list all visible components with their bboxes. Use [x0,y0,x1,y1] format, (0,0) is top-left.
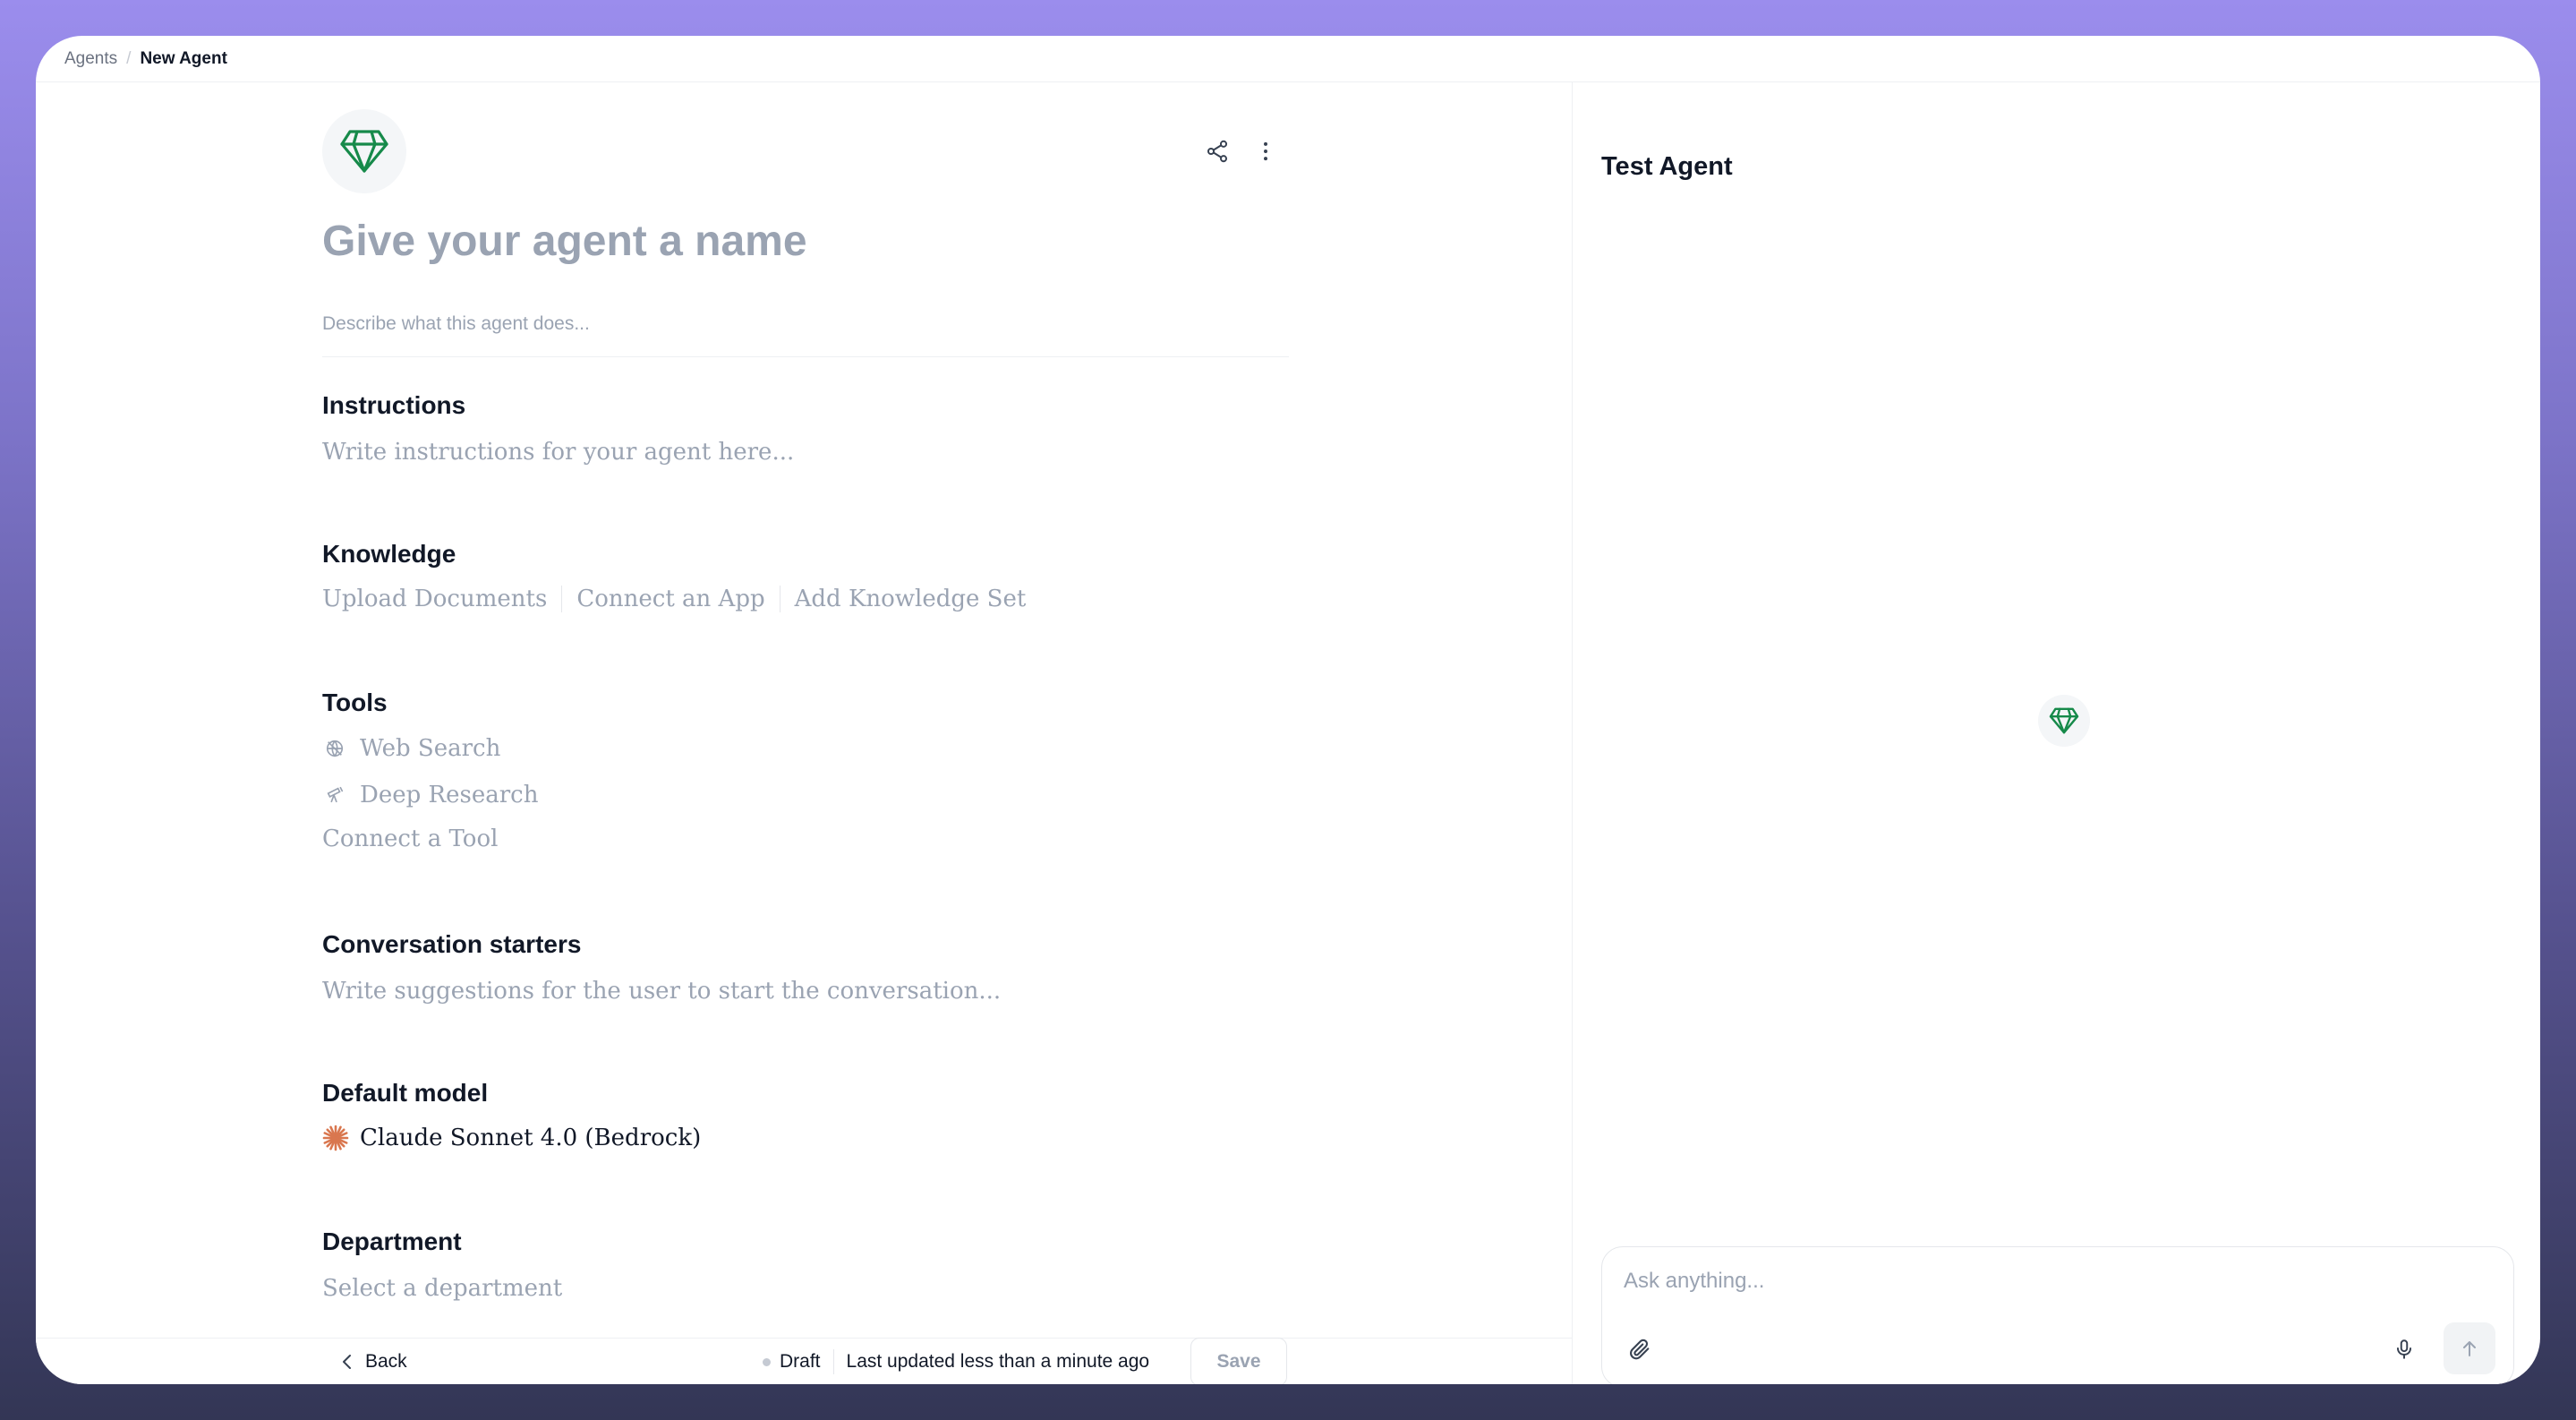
starters-title: Conversation starters [322,930,582,958]
breadcrumb: Agents / New Agent [36,36,2540,82]
agent-avatar-small [2038,695,2090,747]
agent-name-input[interactable] [322,217,1289,266]
tool-web-search[interactable]: Web Search [322,732,1289,765]
default-model-section: Default model Claude Sonnet 4.0 (Bedrock… [322,1078,1289,1151]
model-label: Claude Sonnet 4.0 (Bedrock) [360,1125,702,1151]
department-section: Department Select a department [322,1227,1289,1304]
test-agent-panel: Test Agent [1572,82,2540,1384]
instructions-editor[interactable]: Write instructions for your agent here..… [322,437,1289,467]
instructions-section: Instructions Write instructions for your… [322,390,1289,467]
back-button[interactable]: Back [340,1339,407,1384]
breadcrumb-agents[interactable]: Agents [64,49,117,69]
knowledge-actions: Upload Documents Connect an App Add Know… [322,586,1289,612]
send-button[interactable] [2444,1322,2495,1374]
knowledge-title: Knowledge [322,540,456,568]
chat-composer [1601,1246,2514,1384]
status-badge: Draft [780,1351,821,1372]
status-dot [763,1357,771,1366]
conversation-starters-section: Conversation starters Write suggestions … [322,929,1289,1006]
tools-title: Tools [322,689,388,716]
globe-icon [322,736,347,761]
last-updated-text: Last updated less than a minute ago [846,1351,1150,1372]
paperclip-icon[interactable] [1622,1331,1658,1367]
share-icon[interactable] [1204,138,1231,165]
telescope-icon [322,783,347,808]
microphone-icon[interactable] [2386,1331,2422,1367]
breadcrumb-separator: / [126,48,132,68]
breadcrumb-current: New Agent [140,48,227,68]
tool-label: Deep Research [360,782,539,808]
model-selector[interactable]: Claude Sonnet 4.0 (Bedrock) [322,1125,1289,1151]
back-label: Back [365,1351,407,1372]
tools-section: Tools Web Search Deep Research Connect a… [322,688,1289,854]
app-window: Agents / New Agent Give your agent a nam… [36,36,2540,1384]
save-button[interactable]: Save [1190,1338,1287,1384]
agent-avatar[interactable] [322,109,406,193]
department-select[interactable]: Select a department [322,1273,1289,1304]
department-title: Department [322,1228,462,1255]
tool-label: Web Search [360,735,501,762]
agent-editor-panel: Instructions Write instructions for your… [36,82,1572,1384]
diamond-icon [340,130,388,173]
arrow-up-icon [2463,1341,2476,1356]
starters-editor[interactable]: Write suggestions for the user to start … [322,976,1289,1006]
agent-description-input[interactable] [322,313,1289,335]
more-vertical-icon[interactable] [1252,138,1279,165]
chat-input[interactable] [1624,1269,2483,1294]
header-actions [1204,138,1279,165]
instructions-title: Instructions [322,391,466,419]
model-title: Default model [322,1079,489,1107]
tool-deep-research[interactable]: Deep Research [322,779,1289,811]
editor-footer: Back Draft Last updated less than a minu… [36,1338,1572,1384]
upload-documents-link[interactable]: Upload Documents [322,586,547,612]
status-info: Draft Last updated less than a minute ag… [763,1339,1149,1384]
test-agent-title: Test Agent [1601,152,1733,181]
connect-app-link[interactable]: Connect an App [576,586,764,612]
header-divider [322,356,1289,357]
knowledge-section: Knowledge Upload Documents Connect an Ap… [322,539,1289,612]
add-knowledge-set-link[interactable]: Add Knowledge Set [795,586,1027,612]
divider [832,1349,834,1374]
connect-tool-link[interactable]: Connect a Tool [322,824,1289,854]
divider [561,586,563,612]
chevron-left-icon [343,1355,351,1369]
diamond-icon [2049,707,2079,734]
claude-icon [322,1125,349,1151]
